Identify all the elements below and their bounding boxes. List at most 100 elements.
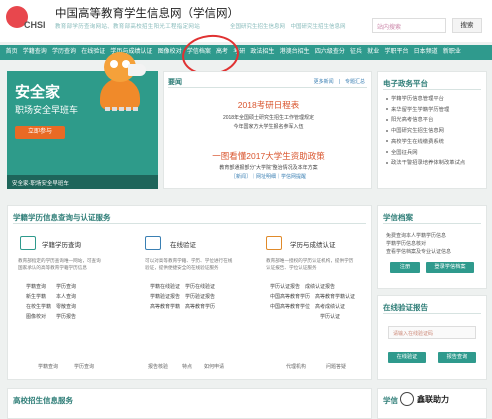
mascot-eye-icon bbox=[110, 60, 118, 68]
archive-line: 查看学信档案及专业认证信息 bbox=[386, 249, 452, 255]
nav-item-hkmt[interactable]: 港澳台招生 bbox=[277, 45, 312, 60]
site-subtitle: 教育部学历查询网站、教育部高校招生阳光工程指定网站 bbox=[55, 24, 201, 30]
banner-button[interactable]: 立即参与 bbox=[15, 126, 65, 139]
link[interactable]: 学籍验证报告 bbox=[150, 294, 180, 300]
nav-item-image-check[interactable]: 图像校对 bbox=[155, 45, 184, 60]
news-headline[interactable]: 2018考研日程表 bbox=[164, 99, 373, 111]
news-headline[interactable]: 一图看懂2017大学生资助政策 bbox=[164, 150, 373, 162]
search-button[interactable]: 搜索 bbox=[452, 18, 482, 33]
footer-link[interactable]: 问题答疑 bbox=[326, 363, 346, 370]
divider bbox=[383, 89, 481, 90]
admission-title: 高校招生信息服务 bbox=[13, 396, 73, 405]
archive-title: 学信档案 bbox=[383, 213, 413, 222]
search-icon bbox=[20, 236, 36, 250]
link[interactable]: 在校生学籍 bbox=[26, 304, 51, 310]
divider bbox=[383, 313, 481, 314]
gov-link[interactable]: 来华留学生学籍学历管理 bbox=[386, 105, 465, 116]
link[interactable]: 本人查询 bbox=[56, 294, 76, 300]
nav-item-cet[interactable]: 四六级查分 bbox=[312, 45, 347, 60]
logo-text[interactable]: CHSI bbox=[24, 20, 46, 30]
verify-code-input[interactable]: 请输入在线验证码 bbox=[388, 326, 476, 339]
divider bbox=[13, 223, 366, 224]
main-nav: 首页 学籍查询 学历查询 在线验证 学历与成绩认证 图像校对 学信档案 高考 考… bbox=[0, 45, 492, 60]
link[interactable]: 学历认证 bbox=[320, 314, 340, 320]
feature-link[interactable]: 专题汇总 bbox=[345, 79, 365, 85]
link[interactable]: 图像校对 bbox=[26, 314, 46, 320]
link[interactable]: 学历报告 bbox=[56, 314, 76, 320]
nav-item-home[interactable]: 首页 bbox=[3, 45, 20, 60]
link[interactable]: 学历查询 bbox=[56, 284, 76, 290]
nav-item-military[interactable]: 征兵 bbox=[347, 45, 364, 60]
link[interactable]: 学籍查询 bbox=[26, 284, 46, 290]
banner-title: 安全家 bbox=[15, 84, 61, 101]
link[interactable]: 高等教育学籍认证 bbox=[315, 294, 355, 300]
gov-title: 电子政务平台 bbox=[383, 79, 428, 88]
verify-icon bbox=[145, 236, 161, 250]
col-title-certification[interactable]: 学历与成绩认证 bbox=[290, 239, 336, 249]
footer-link[interactable]: 如何申请 bbox=[204, 363, 224, 370]
archive-bottom-title: 学信 bbox=[383, 396, 398, 405]
footer-link[interactable]: 报告核验 bbox=[148, 363, 168, 370]
nav-item-enrollment-query[interactable]: 学籍查询 bbox=[20, 45, 49, 60]
site-header: CHSI 中国高等教育学生信息网（学信网） 教育部学历查询网站、教育部高校招生阳… bbox=[0, 0, 492, 42]
verify-title: 在线验证报告 bbox=[383, 303, 428, 312]
nav-item-online-verify[interactable]: 在线验证 bbox=[79, 45, 108, 60]
link[interactable]: 高等教育学籍 bbox=[150, 304, 180, 310]
col-desc: 教育部唯一授权的学历认证机构，提供学历 bbox=[266, 258, 354, 263]
nav-item-career[interactable]: 学职平台 bbox=[382, 45, 411, 60]
archive-login-button[interactable]: 登录学信档案 bbox=[426, 262, 474, 273]
news-item[interactable]: 2018年全国硕士研究生招生工作管理规定 bbox=[164, 114, 373, 121]
news-item[interactable]: 教育部通报部分“大学院”整治情况及本年方案 bbox=[164, 164, 373, 171]
gov-link[interactable]: 中国研究生招生信息网 bbox=[386, 126, 465, 137]
link[interactable]: 成绩认证报告 bbox=[305, 284, 335, 290]
link[interactable]: 零散查询 bbox=[56, 304, 76, 310]
link[interactable]: 学历认证报告 bbox=[270, 284, 300, 290]
report-query-button[interactable]: 报告查询 bbox=[438, 352, 476, 363]
link[interactable]: 中国高等教育学位 bbox=[270, 304, 310, 310]
footer-link[interactable]: 学历查询 bbox=[74, 363, 94, 370]
news-panel: 要闻 更多新闻 | 专题汇总 2018考研日程表 2018年全国硕士研究生招生工… bbox=[163, 71, 372, 189]
news-item[interactable]: 今年国家方大学生报名参军入伍 bbox=[164, 123, 373, 130]
link[interactable]: 学籍在线验证 bbox=[150, 284, 180, 290]
gov-link[interactable]: 阳光高考信息平台 bbox=[386, 115, 465, 126]
archive-line: 学籍学历信息核对 bbox=[386, 241, 427, 247]
gov-link[interactable]: 高校学生在线缴费系统 bbox=[386, 137, 465, 148]
link[interactable]: 学历验证报告 bbox=[185, 294, 215, 300]
footer-link[interactable]: 特点 bbox=[182, 363, 192, 370]
footer-link[interactable]: 学籍查询 bbox=[38, 363, 58, 370]
online-verify-button[interactable]: 在线验证 bbox=[388, 352, 426, 363]
gov-link[interactable]: 政法干警招录培养体制改革试点 bbox=[386, 158, 465, 169]
nav-item-new-jobs[interactable]: 新职业 bbox=[440, 45, 463, 60]
mascot-icon bbox=[100, 78, 140, 110]
gov-link[interactable]: 学籍学历信息管理平台 bbox=[386, 94, 465, 105]
banner-subtitle: 职场安全早班车 bbox=[15, 105, 79, 115]
nav-item-jobs[interactable]: 就业 bbox=[365, 45, 382, 60]
col-desc: 可以对高等教育学籍、学历、学位进行在线 bbox=[145, 258, 233, 263]
nav-item-law-admission[interactable]: 政法招生 bbox=[248, 45, 277, 60]
link[interactable]: 高等教育学历 bbox=[185, 304, 215, 310]
footer-link[interactable]: 代理机构 bbox=[286, 363, 306, 370]
gov-link[interactable]: 全国征兵网 bbox=[386, 148, 465, 159]
col-desc: 教育部指定的学历查询唯一网站，可查询 bbox=[18, 258, 101, 263]
col-title-degree-query[interactable]: 学籍学历查询 bbox=[42, 239, 81, 249]
nav-item-japan[interactable]: 日本频道 bbox=[411, 45, 440, 60]
link[interactable]: 学历在线验证 bbox=[185, 284, 215, 290]
megaphone-icon bbox=[128, 64, 146, 76]
carousel-dots[interactable] bbox=[105, 107, 138, 111]
archive-panel: 学信档案 免费查询本人学籍学历信息 学籍学历信息核对 查看学信档案及专业认证信息… bbox=[377, 205, 487, 289]
search-input[interactable]: 站内搜索 bbox=[372, 18, 446, 33]
link[interactable]: 新生学籍 bbox=[26, 294, 46, 300]
col-title-online-verify[interactable]: 在线验证 bbox=[170, 239, 196, 249]
query-title: 学籍学历信息查询与认证服务 bbox=[13, 213, 111, 222]
news-links[interactable]: ［新闻］｜网址明细｜学信网提醒 bbox=[164, 173, 373, 180]
header-announcement[interactable]: 全国研究生招生信息网 中国研究生招生信息网 bbox=[230, 22, 346, 30]
gov-platform-panel: 电子政务平台 学籍学历信息管理平台 来华留学生学籍学历管理 阳光高考信息平台 中… bbox=[377, 71, 487, 189]
verify-report-panel: 在线验证报告 请输入在线验证码 在线验证 报告查询 bbox=[377, 295, 487, 380]
link[interactable]: 高考成绩认证 bbox=[315, 304, 345, 310]
more-news-link[interactable]: 更多新闻 bbox=[314, 79, 334, 85]
archive-desc: 免费查询本人学籍学历信息 学籍学历信息核对 查看学信档案及专业认证信息 bbox=[386, 232, 451, 256]
nav-item-degree-query[interactable]: 学历查询 bbox=[49, 45, 78, 60]
link[interactable]: 中国高等教育学历 bbox=[270, 294, 310, 300]
divider bbox=[168, 87, 367, 88]
register-button[interactable]: 注册 bbox=[390, 262, 420, 273]
